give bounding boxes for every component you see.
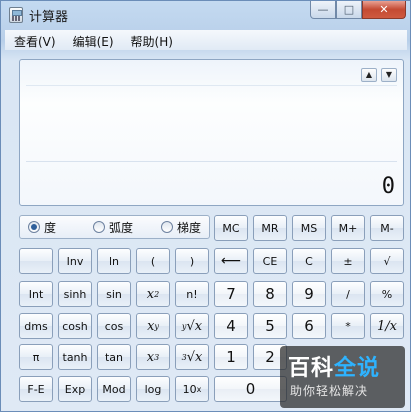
- display-panel: ▲ ▼ 0: [19, 59, 404, 206]
- reciprocal-button[interactable]: 1/x: [370, 313, 404, 339]
- mc-button[interactable]: MC: [214, 215, 248, 241]
- menu-help[interactable]: 帮助(H): [122, 30, 181, 50]
- watermark-logo: 百科全说 助你轻松解决: [280, 346, 405, 408]
- divide-button[interactable]: /: [331, 281, 365, 307]
- radio-gradians[interactable]: 梯度: [161, 219, 201, 236]
- cos-button[interactable]: cos: [97, 313, 131, 339]
- cube-base: x: [146, 349, 155, 365]
- yroot-button[interactable]: y √x: [175, 313, 209, 339]
- digit-1-button[interactable]: 1: [214, 344, 248, 370]
- fe-button[interactable]: F-E: [19, 376, 53, 402]
- cosh-button[interactable]: cosh: [58, 313, 92, 339]
- clear-button[interactable]: C: [292, 248, 326, 274]
- minimize-button[interactable]: —: [310, 1, 336, 19]
- radio-radians-label: 弧度: [109, 220, 134, 235]
- watermark-title-b: 全说: [334, 356, 381, 381]
- ln-button[interactable]: ln: [97, 248, 131, 274]
- digit-7-button[interactable]: 7: [214, 281, 248, 307]
- radio-radians[interactable]: 弧度: [93, 219, 133, 236]
- history-up-button[interactable]: ▲: [361, 68, 377, 82]
- watermark-title-a: 百科: [288, 356, 335, 381]
- inv-button[interactable]: Inv: [58, 248, 92, 274]
- sqrt-button[interactable]: √: [370, 248, 404, 274]
- square-button[interactable]: x2: [136, 281, 170, 307]
- digit-9-button[interactable]: 9: [292, 281, 326, 307]
- radio-dot: [161, 221, 174, 233]
- exp-button[interactable]: Exp: [58, 376, 92, 402]
- m-plus-button[interactable]: M+: [331, 215, 365, 241]
- square-exp: 2: [154, 289, 160, 299]
- int-button[interactable]: Int: [19, 281, 53, 307]
- radio-degrees-label: 度: [44, 220, 57, 235]
- backspace-button[interactable]: ⟵: [214, 248, 248, 274]
- radio-dot: [93, 221, 106, 233]
- digit-0-button[interactable]: 0: [214, 376, 287, 402]
- ten-power-button[interactable]: 10 x: [175, 376, 209, 402]
- m-minus-button[interactable]: M-: [370, 215, 404, 241]
- sinh-button[interactable]: sinh: [58, 281, 92, 307]
- radio-gradians-label: 梯度: [177, 220, 202, 235]
- maximize-button[interactable]: □: [336, 1, 362, 19]
- cube-root-base: √x: [186, 349, 203, 365]
- digit-5-button[interactable]: 5: [253, 313, 287, 339]
- history-down-button[interactable]: ▼: [381, 68, 397, 82]
- tan-button[interactable]: tan: [97, 344, 131, 370]
- digit-6-button[interactable]: 6: [292, 313, 326, 339]
- log-button[interactable]: log: [136, 376, 170, 402]
- title-bar[interactable]: 计算器 — □ ✕: [1, 1, 410, 29]
- mr-button[interactable]: MR: [253, 215, 287, 241]
- plus-minus-button[interactable]: ±: [331, 248, 365, 274]
- blank-button[interactable]: [19, 248, 53, 274]
- radio-dot: [28, 221, 40, 233]
- ten-power-base: 10: [182, 382, 197, 396]
- power-exp: y: [154, 321, 159, 331]
- watermark-subtitle: 助你轻松解决: [290, 384, 369, 398]
- digit-4-button[interactable]: 4: [214, 313, 248, 339]
- dms-button[interactable]: dms: [19, 313, 53, 339]
- sin-button[interactable]: sin: [97, 281, 131, 307]
- window-controls: — □ ✕: [310, 1, 406, 21]
- menu-edit[interactable]: 编辑(E): [64, 30, 122, 50]
- percent-button[interactable]: %: [370, 281, 404, 307]
- angle-mode-group: 度 弧度 梯度: [19, 215, 210, 239]
- multiply-button[interactable]: *: [331, 313, 365, 339]
- calculator-icon: [9, 7, 23, 23]
- cube-exp: 3: [154, 352, 160, 362]
- power-button[interactable]: xy: [136, 313, 170, 339]
- display-value: 0: [381, 174, 395, 199]
- left-paren-button[interactable]: (: [136, 248, 170, 274]
- display-divider: [26, 161, 397, 162]
- radio-degrees[interactable]: 度: [28, 219, 56, 236]
- watermark-title: 百科全说: [288, 350, 380, 382]
- ce-button[interactable]: CE: [253, 248, 287, 274]
- calculator-window: 计算器 — □ ✕ 查看(V) 编辑(E) 帮助(H) ▲ ▼ 0 度 弧度 梯…: [0, 0, 411, 412]
- digit-8-button[interactable]: 8: [253, 281, 287, 307]
- pi-button[interactable]: π: [19, 344, 53, 370]
- right-paren-button[interactable]: ): [175, 248, 209, 274]
- window-title: 计算器: [29, 10, 69, 25]
- factorial-button[interactable]: n!: [175, 281, 209, 307]
- tanh-button[interactable]: tanh: [58, 344, 92, 370]
- yroot-base: √x: [186, 318, 203, 334]
- menu-view[interactable]: 查看(V): [5, 30, 64, 50]
- mod-button[interactable]: Mod: [97, 376, 131, 402]
- close-button[interactable]: ✕: [362, 1, 406, 19]
- cube-button[interactable]: x3: [136, 344, 170, 370]
- ten-power-exp: x: [196, 384, 202, 394]
- history-area: [26, 85, 397, 86]
- ms-button[interactable]: MS: [292, 215, 326, 241]
- menu-bar: 查看(V) 编辑(E) 帮助(H): [5, 30, 407, 50]
- cube-root-button[interactable]: 3 √x: [175, 344, 209, 370]
